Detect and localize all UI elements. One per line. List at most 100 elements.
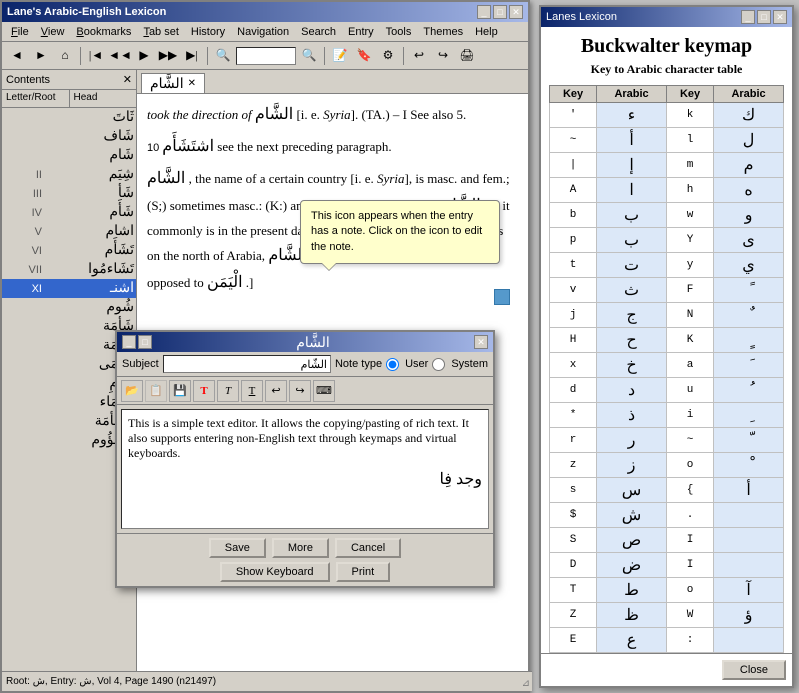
key-cell: ~ [666, 428, 713, 453]
list-item[interactable]: IV شَأَم [2, 203, 136, 222]
resize-handle[interactable]: ⊿ [522, 678, 530, 689]
note-keyboard-button[interactable]: ⌨ [313, 380, 335, 402]
note-underline-button[interactable]: T [241, 380, 263, 402]
key-cell: o [666, 578, 713, 603]
key-cell: k [666, 103, 713, 128]
note-open-button[interactable]: 📂 [121, 380, 143, 402]
bookmark-button[interactable]: 🔖 [353, 45, 375, 67]
list-item[interactable]: شَاف [2, 127, 136, 146]
list-item[interactable]: VI تَشَأَم [2, 241, 136, 260]
note-icon[interactable]: 📝 [329, 45, 351, 67]
table-row: v ث F ً [550, 278, 784, 303]
keymap-close-button[interactable]: Close [722, 660, 786, 680]
back-button[interactable]: ◄ [6, 45, 28, 67]
menu-navigation[interactable]: Navigation [232, 25, 294, 39]
note-maximize[interactable]: □ [138, 335, 152, 349]
next2-button[interactable]: ▶▶ [157, 45, 179, 67]
prev-button[interactable]: |◄ [85, 45, 107, 67]
list-item-selected[interactable]: XI اشنـ [2, 279, 136, 298]
menu-tabset[interactable]: Tab set [138, 25, 183, 39]
search-box[interactable] [236, 47, 296, 65]
sidebar-columns: Letter/Root Head [2, 90, 136, 108]
table-row: r ر ~ ّ [550, 428, 784, 453]
menu-themes[interactable]: Themes [418, 25, 468, 39]
save-button[interactable]: Save [209, 538, 266, 558]
table-row: b ب w و [550, 203, 784, 228]
note-indicator-icon[interactable] [494, 289, 510, 305]
print-button[interactable]: 🖨 [456, 45, 478, 67]
key-cell: * [550, 403, 597, 428]
next-button[interactable]: ▶| [181, 45, 203, 67]
keymap-minimize[interactable]: _ [741, 10, 755, 24]
prev2-button[interactable]: ◄◄ [109, 45, 131, 67]
keymap-footer: Close [541, 653, 792, 686]
list-item[interactable]: V اشام [2, 222, 136, 241]
list-item[interactable]: VII تَشَاءمُوا [2, 260, 136, 279]
zoom-out-button[interactable]: 🔍 [298, 45, 320, 67]
table-row: x خ a َ [550, 353, 784, 378]
col-head: Head [70, 90, 137, 107]
menu-view[interactable]: View [36, 25, 70, 39]
minimize-button[interactable]: _ [477, 5, 491, 19]
subject-input[interactable] [163, 355, 331, 373]
keymap-title-bar: Lanes Lexicon _ □ ✕ [541, 7, 792, 27]
more-button[interactable]: More [272, 538, 329, 558]
print-button[interactable]: Print [336, 562, 391, 582]
arabic-cell: س [597, 478, 667, 503]
system-radio[interactable] [432, 358, 445, 371]
cancel-button[interactable]: Cancel [335, 538, 401, 558]
list-item[interactable]: شُوم [2, 298, 136, 317]
show-keyboard-button[interactable]: Show Keyboard [220, 562, 330, 582]
table-row: H ح K ٍ [550, 328, 784, 353]
note-bold-button[interactable]: T [193, 380, 215, 402]
keymap-maximize[interactable]: □ [757, 10, 771, 24]
tab-close-button[interactable]: ✕ [188, 78, 196, 89]
note-close[interactable]: ✕ [474, 335, 488, 349]
home-button[interactable]: ⌂ [54, 45, 76, 67]
table-row: d د u ُ [550, 378, 784, 403]
arabic-cell: ط [597, 578, 667, 603]
note-type-label: Note type [335, 358, 382, 370]
list-item[interactable]: III شَأ [2, 184, 136, 203]
zoom-in-button[interactable]: 🔍 [212, 45, 234, 67]
keymap-close-title[interactable]: ✕ [773, 10, 787, 24]
key-cell: W [666, 603, 713, 628]
note-redo-tool[interactable]: ↪ [289, 380, 311, 402]
list-item[interactable]: II شِيَم [2, 165, 136, 184]
redo-button[interactable]: ↪ [432, 45, 454, 67]
arabic-cell: ِ [714, 403, 784, 428]
menu-tools[interactable]: Tools [381, 25, 417, 39]
sidebar-close[interactable]: ✕ [123, 73, 132, 86]
list-item[interactable]: شَام [2, 146, 136, 165]
close-button[interactable]: ✕ [509, 5, 523, 19]
sidebar-title: Contents [6, 74, 50, 86]
arabic-inline-2: اشتَشَأَم [162, 138, 214, 155]
maximize-button[interactable]: □ [493, 5, 507, 19]
history-button[interactable]: ↩ [408, 45, 430, 67]
menu-help[interactable]: Help [470, 25, 503, 39]
tab-active[interactable]: الشَّام ✕ [141, 73, 205, 93]
menu-bookmarks[interactable]: Bookmarks [71, 25, 136, 39]
settings-button[interactable]: ⚙ [377, 45, 399, 67]
keymap-table: Key Arabic Key Arabic ' ء k ك ~ أ l ل | … [549, 85, 784, 653]
arabic-cell: و [714, 203, 784, 228]
note-minimize[interactable]: _ [122, 335, 136, 349]
play-button[interactable]: ▶ [133, 45, 155, 67]
menu-history[interactable]: History [186, 25, 230, 39]
note-undo-tool[interactable]: ↩ [265, 380, 287, 402]
menu-entry[interactable]: Entry [343, 25, 379, 39]
menu-search[interactable]: Search [296, 25, 341, 39]
key-cell: { [666, 478, 713, 503]
note-italic-button[interactable]: T [217, 380, 239, 402]
note-tool-2[interactable]: 📋 [145, 380, 167, 402]
forward-button[interactable]: ► [30, 45, 52, 67]
table-row: | إ m م [550, 153, 784, 178]
menu-file[interactable]: File [6, 25, 34, 39]
list-item[interactable]: ثَاتَ [2, 108, 136, 127]
arabic-cell: ّ [714, 428, 784, 453]
user-radio[interactable] [386, 358, 399, 371]
arabic-cell [714, 528, 784, 553]
key-cell: : [666, 628, 713, 653]
note-save-tool[interactable]: 💾 [169, 380, 191, 402]
note-editor[interactable]: This is a simple text editor. It allows … [121, 409, 489, 529]
